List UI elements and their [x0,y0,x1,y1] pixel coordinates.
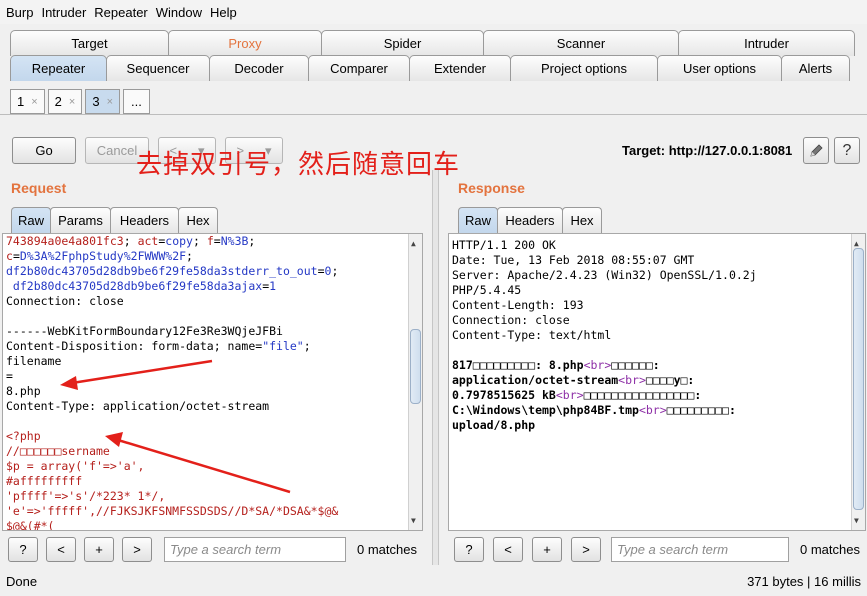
response-token: Content-Type: text/html [452,328,612,342]
response-token: Content-Length: 193 [452,298,584,312]
request-help-button[interactable]: ? [8,537,38,562]
response-token: □□□□y□: [645,373,695,387]
response-line: PHP/5.4.45 [452,283,757,298]
response-tab-headers[interactable]: Headers [497,207,563,233]
response-token: □□□□□□□□□: [666,403,736,417]
response-token: upload/8.php [452,418,536,432]
response-token: HTTP/1.1 200 OK [452,238,556,252]
response-token: C:\Windows\temp\php84BF.tmp [452,403,639,417]
response-line: 817□□□□□□□□□: 8.php<br>□□□□□□: [452,358,757,373]
response-stats: 371 bytes | 16 millis [747,573,861,589]
response-line: Content-Type: text/html [452,328,757,343]
response-token: <br> [638,403,667,417]
response-tab-hex[interactable]: Hex [562,207,602,233]
response-token: □□□□□□: [611,358,660,372]
response-token: PHP/5.4.45 [452,283,522,297]
response-title: Response [458,180,525,196]
response-matches: 0 matches [800,542,860,557]
request-add-button[interactable]: + [84,537,114,562]
response-line: Content-Length: 193 [452,298,757,313]
scroll-down-icon[interactable]: ▼ [854,513,859,528]
response-line: Connection: close [452,313,757,328]
response-editor[interactable]: HTTP/1.1 200 OK Date: Tue, 13 Feb 2018 08… [448,233,866,531]
response-help-button[interactable]: ? [454,537,484,562]
response-token: Connection: close [452,313,570,327]
response-token: Date: Tue, 13 Feb 2018 08:55:07 GMT [452,253,695,267]
status-text: Done [6,573,38,589]
scroll-thumb[interactable] [853,248,864,510]
status-bar: Done 371 bytes | 16 millis [0,566,867,596]
response-token: □□□□□□□□□□□□□□□□: [583,388,702,402]
request-search-input[interactable]: Type a search term [164,537,346,562]
response-text: HTTP/1.1 200 OK Date: Tue, 13 Feb 2018 08… [452,238,757,433]
response-line: application/octet-stream<br>□□□□y□: [452,373,757,388]
response-prev-button[interactable]: < [493,537,523,562]
response-line: 0.7978515625 kB<br>□□□□□□□□□□□□□□□□: [452,388,757,403]
response-token: Server: Apache/2.4.23 (Win32) OpenSSL/1.… [452,268,757,282]
request-prev-button[interactable]: < [46,537,76,562]
response-scrollbar[interactable]: ▲ ▼ [851,234,865,530]
response-token: <br> [618,373,646,387]
response-line [452,343,757,358]
response-token: <br> [583,358,612,372]
response-line: HTTP/1.1 200 OK [452,238,757,253]
response-line: upload/8.php [452,418,757,433]
response-line: C:\Windows\temp\php84BF.tmp<br>□□□□□□□□□… [452,403,757,418]
response-add-button[interactable]: + [532,537,562,562]
response-token: 0.7978515625 kB [452,388,556,402]
response-tab-raw[interactable]: Raw [458,207,498,233]
response-token: application/octet-stream [452,373,619,387]
response-tabs: Raw Headers Hex [458,207,602,233]
request-matches: 0 matches [357,542,417,557]
pane-splitter[interactable] [432,170,439,565]
response-token: <br> [555,388,584,402]
response-line: Date: Tue, 13 Feb 2018 08:55:07 GMT [452,253,757,268]
request-next-button[interactable]: > [122,537,152,562]
response-search-input[interactable]: Type a search term [611,537,789,562]
response-token: 817□□□□□□□□□: 8.php [452,358,584,372]
response-line: Server: Apache/2.4.23 (Win32) OpenSSL/1.… [452,268,757,283]
response-next-button[interactable]: > [571,537,601,562]
